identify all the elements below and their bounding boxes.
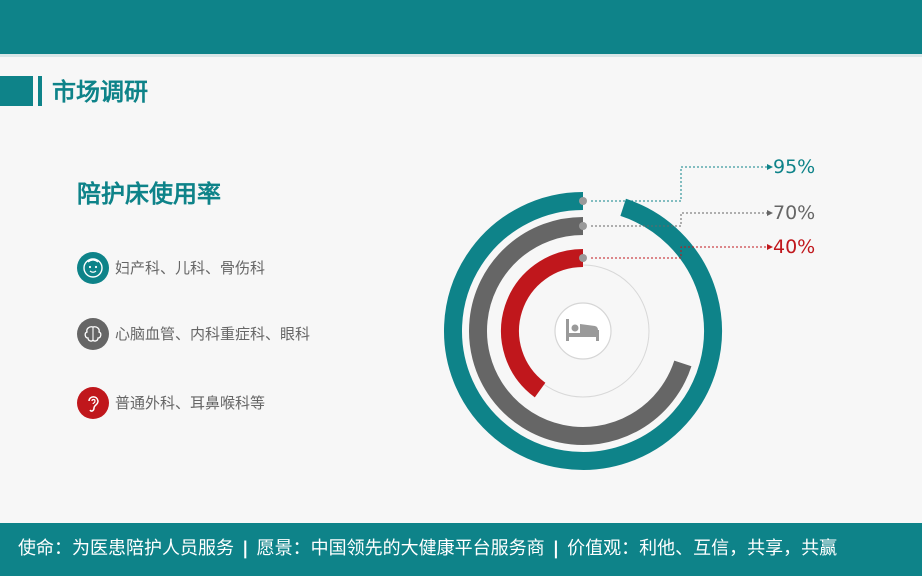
- footer-band: 使命：为医患陪护人员服务 | 愿景：中国领先的大健康平台服务商 | 价值观：利他、互信，…: [0, 523, 922, 576]
- percent-label: 40%: [773, 236, 815, 258]
- callout-line: [591, 166, 769, 202]
- bar-start-dot: [579, 222, 587, 230]
- footer-separator: |: [552, 538, 560, 559]
- percent-label: 70%: [773, 202, 815, 224]
- footer-text: 使命：为医患陪护人员服务 | 愿景：中国领先的大健康平台服务商 | 价值观：利他、互信，…: [18, 537, 837, 561]
- bar-start-dot: [579, 197, 587, 205]
- usage-rate-chart: 95% 70% 40%: [444, 156, 815, 470]
- footer-separator: |: [242, 538, 249, 559]
- chart-callouts: 95% 70% 40%: [579, 156, 815, 262]
- callout-line: [591, 212, 769, 227]
- percent-label: 95%: [773, 156, 815, 178]
- bed-icon: [554, 302, 612, 360]
- mission-text: 使命：为医患陪护人员服务: [18, 538, 234, 559]
- vision-text: 愿景：中国领先的大健康平台服务商: [256, 538, 545, 559]
- bar-start-dot: [579, 254, 587, 262]
- values-text: 价值观：利他、互信，共享，共赢: [567, 538, 838, 559]
